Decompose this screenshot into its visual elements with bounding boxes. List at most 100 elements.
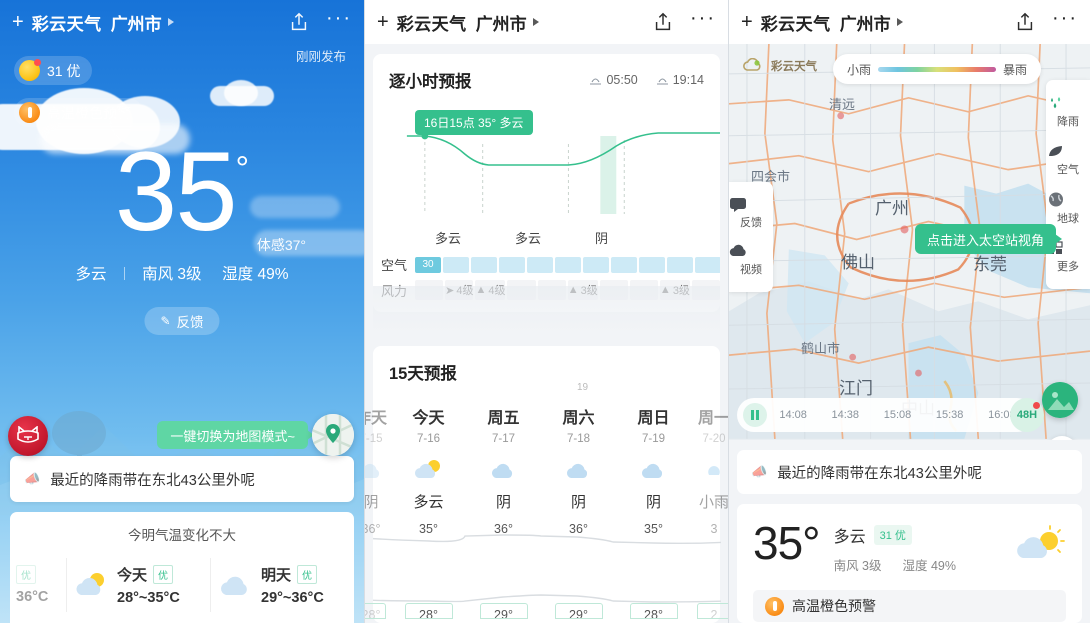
cat-avatar-icon[interactable] bbox=[8, 416, 48, 456]
space-station-tip[interactable]: 点击进入太空站视角 bbox=[915, 224, 1063, 254]
sun-cloud-icon bbox=[414, 460, 440, 478]
topbar-panel1: + 彩云天气 广州市 ··· bbox=[0, 0, 364, 44]
day-high: 35° bbox=[644, 522, 663, 536]
map-dock-video[interactable]: 视频 bbox=[729, 237, 773, 284]
more-dots-icon[interactable]: ··· bbox=[1052, 8, 1078, 30]
day-column[interactable]: 周一 7-20 小雨 3 bbox=[691, 390, 728, 536]
cloud-icon bbox=[491, 463, 512, 478]
day-name: 周一 bbox=[697, 410, 728, 427]
legend-low-label: 小雨 bbox=[847, 62, 872, 77]
wind-text: 南风 3级 bbox=[142, 266, 202, 283]
map-mode-tip[interactable]: 一键切换为地图模式~ bbox=[157, 421, 314, 449]
layers-fab-icon[interactable] bbox=[1042, 382, 1078, 418]
aqi-badge: 31 优 bbox=[873, 525, 912, 545]
share-icon[interactable] bbox=[652, 11, 674, 33]
publish-time: 刚刚发布 bbox=[295, 50, 346, 64]
map-right-dock: 降雨 空气 地球 更多 bbox=[1046, 80, 1090, 289]
compare-cell-partial[interactable]: 优 36°C bbox=[10, 552, 66, 618]
map-pin-icon bbox=[312, 414, 354, 456]
feedback-icon bbox=[730, 198, 746, 212]
city-name[interactable]: 广州市 bbox=[840, 10, 891, 35]
day-column[interactable]: 周五 7-17 阴 36° bbox=[466, 390, 541, 536]
share-icon[interactable] bbox=[1014, 11, 1036, 33]
map-dock-feedback[interactable]: 反馈 bbox=[729, 190, 773, 237]
day-date: 7-16 bbox=[416, 433, 441, 445]
day-condition: 阴 bbox=[645, 494, 661, 511]
panel-forecast: + 彩云天气 广州市 ··· 逐小时预报 05:50 19:14 16日15点 … bbox=[364, 0, 728, 623]
range-48h-button[interactable]: 48H bbox=[1010, 398, 1044, 432]
rain-notice-card[interactable]: 📣 最近的降雨带在东北43公里外呢 bbox=[10, 456, 354, 502]
map-mode-button[interactable] bbox=[312, 414, 354, 456]
share-icon[interactable] bbox=[288, 11, 310, 33]
day-column[interactable]: 周日 7-19 阴 35° bbox=[616, 390, 691, 536]
three-panel-screenshot: + 彩云天气 广州市 ··· 刚刚发布 31 优 高温橙色预警 35 ° 体感3… bbox=[0, 0, 1090, 623]
day-name: 周日 bbox=[637, 410, 670, 427]
day-footer-box bbox=[629, 603, 678, 619]
condition-summary: 多云 南风 3级 湿度 49% bbox=[0, 262, 364, 284]
aqi-badge[interactable]: 31 优 bbox=[14, 56, 93, 85]
cloud-icon bbox=[221, 576, 247, 595]
air-cells[interactable]: 30 bbox=[415, 256, 720, 273]
day-column[interactable]: 周六 7-18 阴 36° bbox=[541, 390, 616, 536]
panel-current-weather: + 彩云天气 广州市 ··· 刚刚发布 31 优 高温橙色预警 35 ° 体感3… bbox=[0, 0, 364, 623]
hourly-temperature-chart[interactable]: 16日15点 35° 多云 多云 多云 阴 bbox=[373, 102, 720, 252]
weather-warning-badge[interactable]: 高温橙色预警 bbox=[14, 98, 143, 127]
compare-cell-tomorrow[interactable]: 明天 优 29°~36°C bbox=[210, 552, 354, 618]
day-high: 35° bbox=[419, 522, 438, 536]
add-icon[interactable]: + bbox=[12, 12, 24, 32]
day-high: 3 bbox=[710, 522, 718, 536]
weather-warning-badge[interactable]: 高温橙色预警 bbox=[753, 590, 1066, 622]
scroll-gap bbox=[373, 286, 720, 334]
map-brand-label: 彩云天气 bbox=[771, 61, 817, 73]
feedback-button[interactable]: ✎ 反馈 bbox=[144, 307, 220, 335]
compare-day-name: 今天 bbox=[117, 567, 148, 584]
city-name[interactable]: 广州市 bbox=[111, 10, 162, 35]
rain-notice-card[interactable]: 📣 最近的降雨带在东北43公里外呢 bbox=[737, 450, 1082, 494]
pause-icon[interactable] bbox=[743, 403, 767, 427]
chevron-down-icon[interactable] bbox=[167, 18, 174, 26]
today-tomorrow-card: 今明气温变化不大 优 36°C 今天 优 28°~35°C 明天 优 29°~3… bbox=[10, 512, 354, 623]
day-column[interactable]: 今天 7-16 多云 35° bbox=[391, 390, 466, 536]
aqi-tag: 优 bbox=[16, 565, 36, 584]
add-icon[interactable]: + bbox=[377, 12, 389, 32]
add-icon[interactable]: + bbox=[741, 12, 753, 32]
map-dock-feedback-label: 反馈 bbox=[740, 217, 762, 229]
more-dots-icon[interactable]: ··· bbox=[326, 8, 352, 30]
condition-text: 多云 bbox=[75, 266, 107, 283]
day-high: 36° bbox=[569, 522, 588, 536]
map-label-guangzhou: 广州 bbox=[875, 199, 909, 218]
aqi-value: 31 优 bbox=[47, 62, 81, 79]
chevron-down-icon[interactable] bbox=[532, 18, 539, 26]
air-cell bbox=[471, 256, 497, 273]
sun-times: 05:50 19:14 bbox=[589, 73, 704, 87]
map-dock-air[interactable]: 空气 bbox=[1046, 136, 1090, 184]
day-condition: 多云 bbox=[413, 494, 444, 511]
day-date: 7-20 bbox=[702, 433, 726, 445]
caiyun-logo-icon bbox=[743, 58, 761, 71]
compare-cell-today[interactable]: 今天 优 28°~35°C bbox=[66, 552, 210, 618]
app-brand: 彩云天气 bbox=[396, 14, 467, 34]
map-dock-video-label: 视频 bbox=[740, 264, 762, 276]
compare-range: 28°~35°C bbox=[117, 590, 180, 606]
city-name[interactable]: 广州市 bbox=[476, 10, 527, 35]
sun-cloud-icon bbox=[1017, 525, 1065, 558]
rain-icon bbox=[708, 466, 720, 475]
day-date: 7-15 bbox=[365, 433, 383, 445]
fifteen-day-columns[interactable]: 昨天 7-15 阴 36° 今天 7-16 bbox=[365, 390, 728, 536]
map-dock-rain[interactable]: 降雨 bbox=[1046, 88, 1090, 136]
compare-title: 今明气温变化不大 bbox=[128, 528, 236, 543]
radar-map[interactable]: 彩云天气 小雨 暴雨 清远 四会市 广州 佛山 东莞 鹤山市 江门 中山 深圳 bbox=[729, 44, 1090, 440]
video-cloud-icon bbox=[729, 244, 746, 256]
day-column[interactable]: 昨天 7-15 阴 36° bbox=[365, 390, 391, 536]
current-details: 多云 31 优 南风 3级 湿度 49% bbox=[834, 523, 956, 574]
more-dots-icon[interactable]: ··· bbox=[690, 8, 716, 30]
sunrise-time-group: 05:50 bbox=[589, 73, 638, 87]
day-weather-icon bbox=[541, 453, 616, 487]
humidity-text: 湿度 49% bbox=[222, 266, 289, 283]
chevron-down-icon[interactable] bbox=[896, 18, 903, 26]
humidity-text: 湿度 49% bbox=[902, 559, 956, 573]
day-condition: 阴 bbox=[495, 494, 511, 511]
air-cell bbox=[443, 256, 469, 273]
radar-timeline[interactable]: 14:08 14:38 15:08 15:38 16:08 48H bbox=[737, 398, 1044, 432]
day-footer-box bbox=[479, 603, 528, 619]
